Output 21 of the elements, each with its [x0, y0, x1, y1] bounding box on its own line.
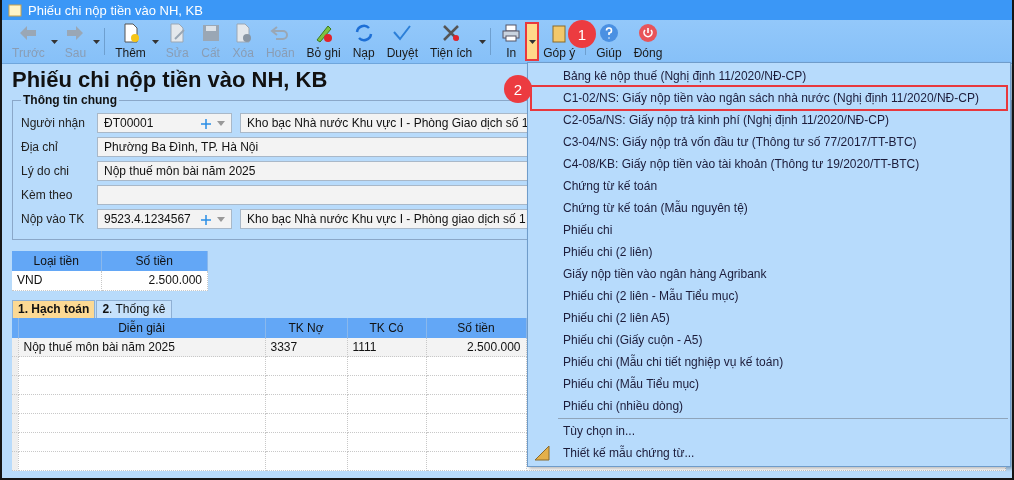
table-cell: 1111 — [347, 337, 426, 357]
column-header: Số tiền — [101, 251, 208, 271]
column-header: TK Có — [347, 317, 426, 338]
field-label: Người nhận — [21, 116, 86, 130]
field-label: Địa chỉ — [21, 140, 59, 154]
table-cell: 2.500.000 — [101, 271, 208, 290]
field-label: Kèm theo — [21, 188, 74, 202]
column-header: Loại tiền — [12, 251, 102, 271]
field-label: Lý do chi — [21, 164, 71, 178]
table-cell: 2.500.000 — [426, 337, 526, 357]
window-title: Phiếu chi nộp tiền vào NH, KB — [28, 2, 203, 18]
form-title: Phiếu chi nộp tiền vào NH, KB — [12, 67, 328, 93]
column-header: Diễn giải — [18, 317, 265, 338]
field-label: Nộp vào TK — [21, 212, 86, 226]
table-cell: VND — [12, 271, 102, 290]
table-cell: Nộp thuế môn bài năm 2025 — [18, 337, 265, 357]
step-badge: 2 — [504, 75, 532, 103]
group-title: Thông tin chung — [22, 93, 118, 107]
column-header: Số tiền — [426, 317, 526, 338]
table-cell: 3337 — [265, 337, 347, 357]
column-header: TK Nợ — [265, 317, 347, 338]
